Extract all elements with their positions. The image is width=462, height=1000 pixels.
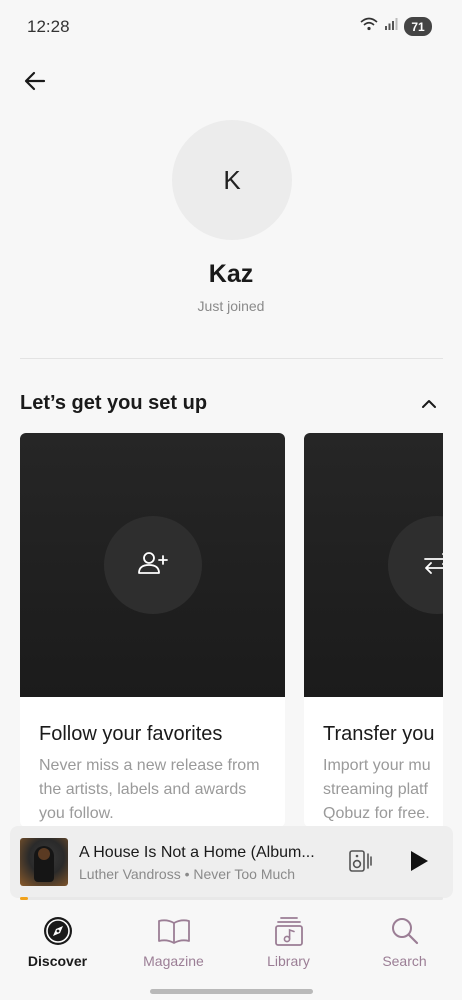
avatar[interactable]: K	[172, 120, 292, 240]
card-title: Transfer you	[323, 723, 435, 745]
setup-card-transfer[interactable]: Transfer you Import your mu streaming pl…	[304, 433, 443, 827]
transfer-icon	[422, 551, 443, 580]
mini-player[interactable]: A House Is Not a Home (Album... Luther V…	[10, 826, 453, 898]
device-output-button[interactable]	[346, 848, 376, 878]
nav-item-magazine[interactable]: Magazine	[116, 904, 231, 974]
play-button[interactable]	[402, 846, 436, 880]
card-description: Import your mu streaming platf Qobuz for…	[323, 754, 443, 826]
back-arrow-icon	[24, 71, 46, 96]
add-user-icon	[137, 550, 169, 581]
card-image	[304, 433, 443, 697]
playback-progress-fill	[20, 897, 29, 900]
track-subtitle: Luther Vandross • Never Too Much	[79, 866, 296, 882]
chevron-up-icon	[421, 396, 437, 414]
nav-label: Discover	[27, 953, 88, 969]
album-art	[20, 838, 68, 886]
status-icons: 71	[360, 17, 432, 36]
card-description-line: Import your mu	[323, 757, 431, 774]
status-time: 12:28	[27, 17, 70, 36]
battery-icon: 71	[404, 17, 432, 36]
speaker-icon	[348, 848, 374, 879]
playback-progress[interactable]	[20, 897, 443, 900]
signal-icon	[384, 17, 398, 36]
back-button[interactable]	[18, 66, 52, 100]
compass-icon	[41, 914, 75, 948]
divider	[20, 358, 443, 359]
card-description-line: Qobuz for free.	[323, 805, 430, 822]
track-title: A House Is Not a Home (Album...	[79, 844, 315, 861]
profile-name: Kaz	[208, 260, 254, 288]
status-bar: 12:28 71	[0, 0, 462, 54]
card-description: Never miss a new release from the artist…	[39, 757, 260, 822]
wifi-icon	[360, 17, 378, 36]
library-icon	[272, 914, 306, 948]
nav-item-discover[interactable]: Discover	[0, 904, 115, 974]
collapse-section-button[interactable]	[414, 390, 444, 420]
profile-status: Just joined	[197, 298, 265, 314]
nav-item-library[interactable]: Library	[231, 904, 346, 974]
setup-card-follow[interactable]: Follow your favorites Never miss a new r…	[20, 433, 285, 827]
setup-cards-carousel[interactable]: Follow your favorites Never miss a new r…	[20, 433, 443, 827]
card-image	[20, 433, 285, 697]
card-title: Follow your favorites	[39, 723, 223, 745]
card-icon-circle	[388, 516, 443, 614]
card-icon-circle	[104, 516, 202, 614]
nav-label: Magazine	[143, 953, 204, 969]
avatar-initial: K	[223, 164, 241, 195]
profile-screen: 12:28 71 K Kaz Just joined Let’s get you…	[0, 0, 462, 1000]
setup-section-title: Let’s get you set up	[20, 392, 208, 414]
nav-label: Library	[267, 953, 310, 969]
book-icon	[157, 914, 191, 948]
card-description-line: streaming platf	[323, 781, 428, 798]
play-icon	[408, 849, 430, 878]
nav-label: Search	[382, 953, 427, 969]
search-icon	[388, 914, 422, 948]
bottom-nav: Discover Magazine Library Search	[0, 904, 462, 974]
nav-item-search[interactable]: Search	[347, 904, 462, 974]
home-indicator[interactable]	[150, 989, 313, 994]
